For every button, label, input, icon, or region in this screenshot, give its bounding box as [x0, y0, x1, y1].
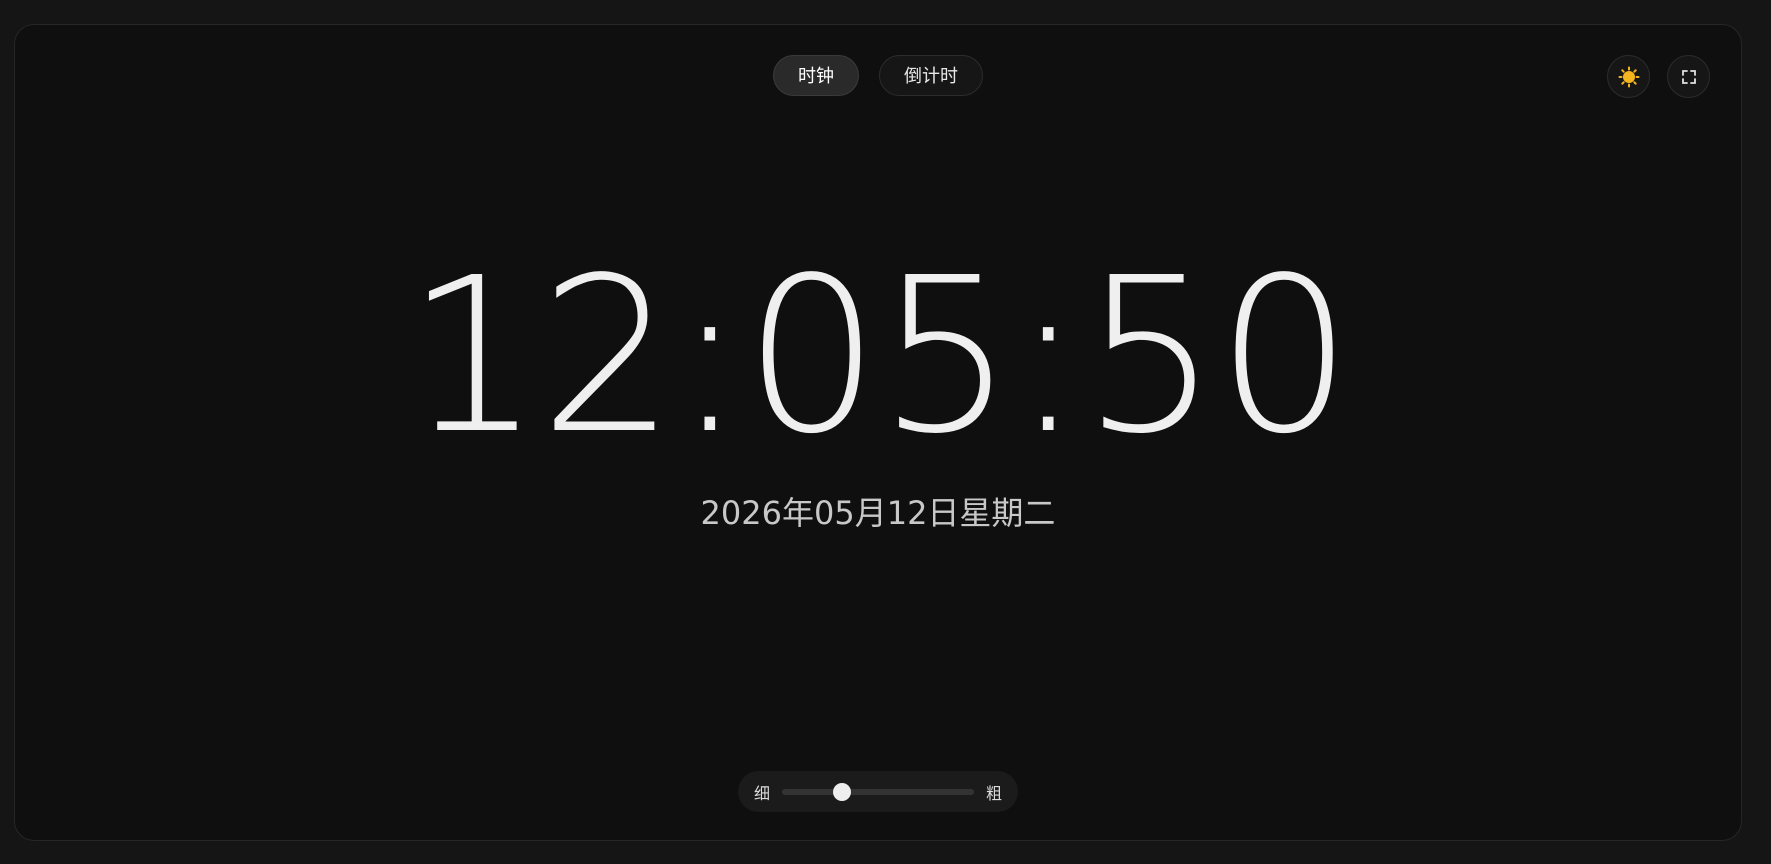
clock-date: 2026年05月12日星期二	[700, 494, 1056, 532]
fullscreen-icon	[1681, 69, 1696, 84]
bold-label: 粗	[985, 783, 1002, 803]
font-weight-control: 细 粗	[738, 771, 1018, 812]
slider-thumb[interactable]	[832, 782, 851, 801]
tab-clock[interactable]: 时钟	[773, 55, 859, 96]
font-weight-slider[interactable]	[782, 782, 974, 801]
theme-toggle-button[interactable]	[1607, 55, 1650, 98]
fullscreen-button[interactable]	[1667, 55, 1710, 98]
sun-icon	[1618, 66, 1639, 87]
tab-countdown[interactable]: 倒计时	[879, 55, 983, 96]
clock-time: 12:05:50	[405, 232, 1352, 481]
thin-label: 细	[754, 783, 771, 803]
clock-panel: 时钟 倒计时 12:05:50 2026年05月12日星期二 细 粗	[14, 24, 1742, 841]
mode-tabs: 时钟 倒计时	[15, 55, 1741, 96]
